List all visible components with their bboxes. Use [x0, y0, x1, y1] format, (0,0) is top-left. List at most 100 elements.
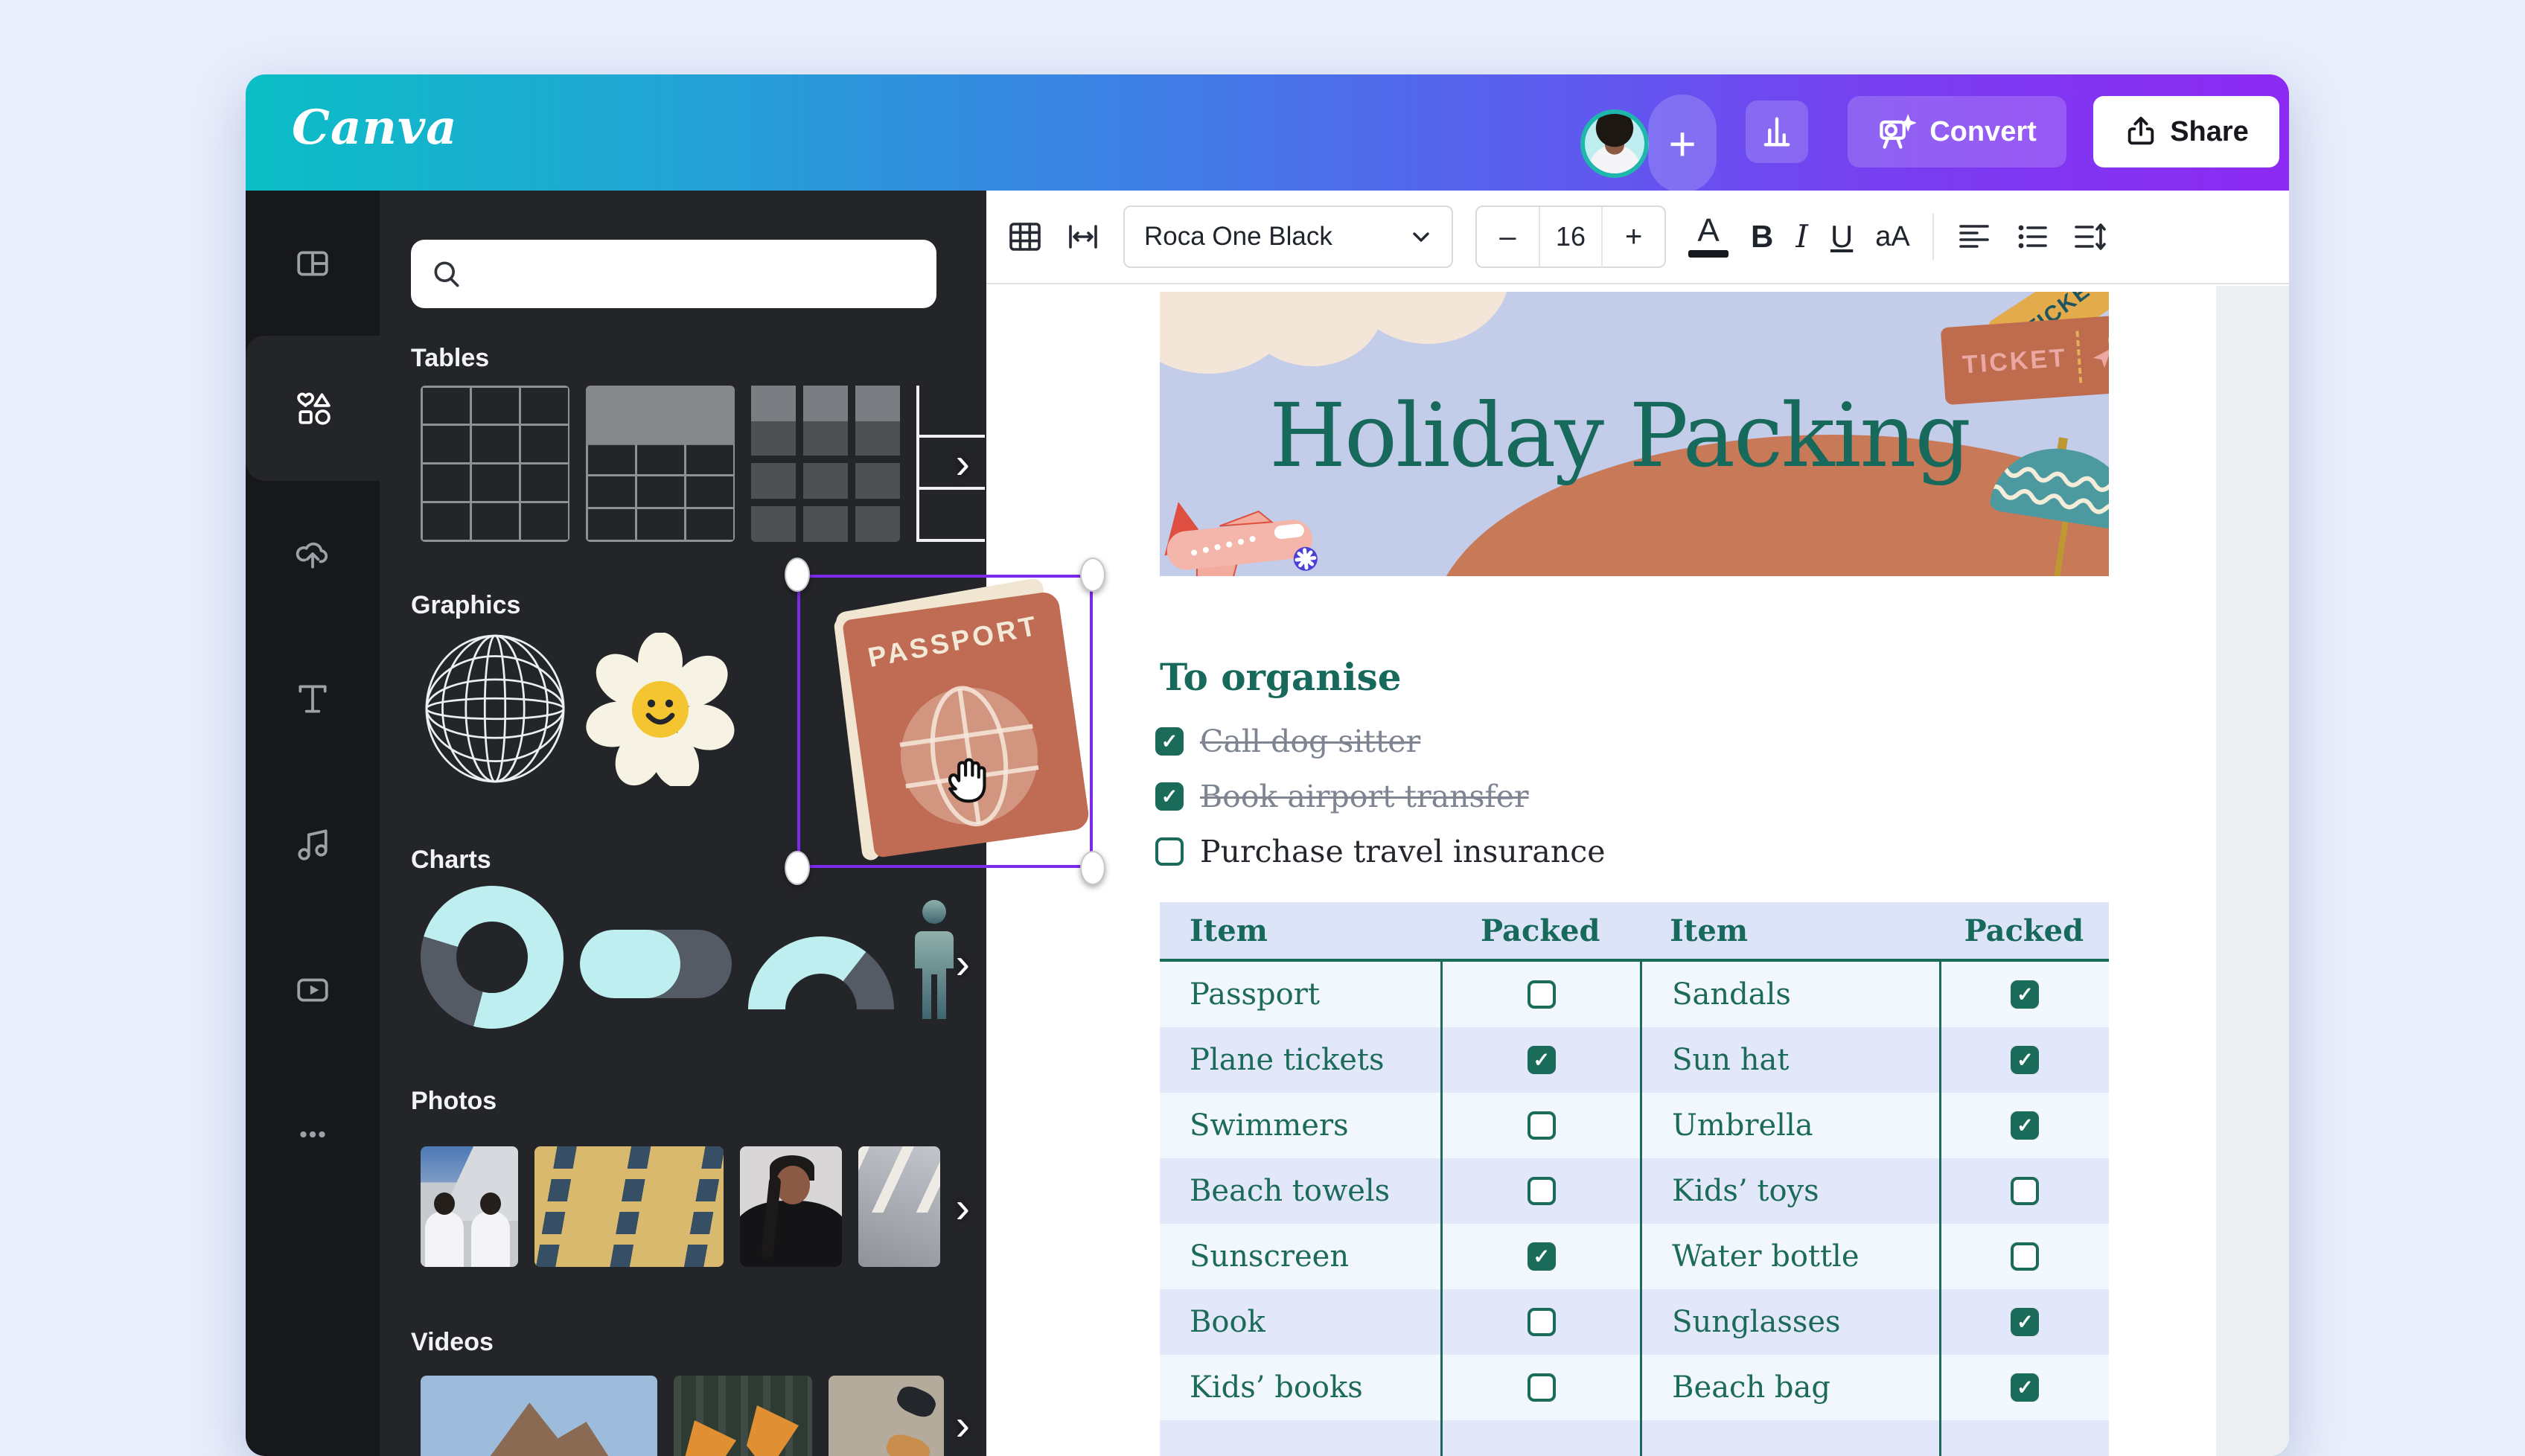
packed-checkbox[interactable]: [1528, 1308, 1556, 1336]
table-template-thumbnail[interactable]: [751, 386, 900, 542]
item-cell[interactable]: Sandals: [1640, 962, 1939, 1027]
avatar[interactable]: [1580, 109, 1649, 178]
packed-checkbox[interactable]: [1528, 980, 1556, 1009]
donut-chart-element[interactable]: [421, 886, 564, 1029]
progress-bar-element[interactable]: [580, 930, 732, 998]
photo-thumbnail[interactable]: [740, 1146, 842, 1267]
font-size-value[interactable]: 16: [1539, 207, 1603, 266]
bulleted-list-button[interactable]: [2014, 219, 2050, 255]
selection-handle-top-right[interactable]: [1080, 558, 1105, 592]
sidebar-item-uploads[interactable]: [246, 481, 380, 626]
checklist-checkbox[interactable]: [1155, 837, 1184, 866]
packed-checkbox[interactable]: [2011, 1046, 2039, 1074]
item-cell[interactable]: Swimmers: [1160, 1093, 1440, 1158]
font-size-decrease-button[interactable]: –: [1477, 207, 1539, 266]
table-grid-button[interactable]: [1007, 219, 1043, 255]
checklist-label[interactable]: Call dog sitter: [1200, 724, 1420, 759]
packed-checkbox[interactable]: [2011, 1373, 2039, 1402]
item-cell[interactable]: Kids’ books: [1160, 1355, 1440, 1420]
packed-checkbox[interactable]: [2011, 1111, 2039, 1140]
selection-handle-bottom-left[interactable]: [785, 851, 810, 885]
font-size-increase-button[interactable]: +: [1603, 207, 1664, 266]
document-title[interactable]: Holiday Packing: [1160, 384, 2079, 487]
item-cell[interactable]: Sunglasses: [1640, 1289, 1939, 1355]
italic-button[interactable]: I: [1795, 221, 1808, 252]
charts-scroll-chevron[interactable]: ›: [956, 942, 970, 986]
document-page[interactable]: TICKET TICKET: [986, 286, 2289, 1456]
packed-checkbox[interactable]: [2011, 1308, 2039, 1336]
packed-checkbox[interactable]: [2011, 1177, 2039, 1205]
line-spacing-button[interactable]: [2072, 219, 2108, 255]
convert-label: Convert: [1929, 116, 2037, 148]
item-cell[interactable]: Book: [1160, 1289, 1440, 1355]
sidebar-item-text[interactable]: [246, 626, 380, 771]
bold-button[interactable]: B: [1751, 221, 1773, 252]
canva-logo[interactable]: Canva: [292, 100, 458, 156]
search-input[interactable]: [476, 259, 917, 290]
videos-scroll-chevron[interactable]: ›: [956, 1404, 970, 1447]
item-cell[interactable]: Kids’ toys: [1640, 1158, 1939, 1224]
packed-checkbox[interactable]: [1528, 1177, 1556, 1205]
font-family-select[interactable]: Roca One Black: [1123, 205, 1453, 268]
checklist-checkbox[interactable]: [1155, 782, 1184, 811]
sidebar-item-design[interactable]: [246, 191, 380, 336]
packed-checkbox[interactable]: [1528, 1373, 1556, 1402]
selection-handle-top-left[interactable]: [785, 558, 810, 592]
photo-thumbnail[interactable]: [421, 1146, 518, 1267]
item-cell[interactable]: Beach towels: [1160, 1158, 1440, 1224]
item-cell[interactable]: Water bottle: [1640, 1224, 1939, 1289]
sidebar-item-videos[interactable]: [246, 916, 380, 1061]
photo-thumbnail[interactable]: [534, 1146, 724, 1267]
gauge-chart-element[interactable]: [748, 936, 894, 1011]
packed-checkbox[interactable]: [2011, 1242, 2039, 1271]
underline-button[interactable]: U: [1830, 221, 1853, 252]
column-width-button[interactable]: [1065, 219, 1101, 255]
video-thumbnail[interactable]: [829, 1376, 944, 1456]
checklist-label[interactable]: Book airport transfer: [1200, 779, 1529, 814]
item-cell[interactable]: Umbrella: [1640, 1093, 1939, 1158]
selection-handle-bottom-right[interactable]: [1080, 851, 1105, 885]
photos-scroll-chevron[interactable]: ›: [956, 1187, 970, 1230]
add-member-button[interactable]: +: [1648, 95, 1717, 193]
sidebar-item-audio[interactable]: [246, 771, 380, 916]
item-cell[interactable]: Beach bag: [1640, 1355, 1939, 1420]
table-row: Sunscreen Water bottle: [1160, 1224, 2109, 1289]
packed-checkbox[interactable]: [2011, 980, 2039, 1009]
table-template-thumbnail[interactable]: [586, 386, 735, 542]
item-cell[interactable]: Plane tickets: [1160, 1027, 1440, 1093]
document-banner[interactable]: TICKET TICKET: [1160, 292, 2109, 576]
insights-button[interactable]: [1746, 100, 1808, 163]
convert-button[interactable]: Convert: [1848, 96, 2066, 167]
daisy-flower-graphic[interactable]: [586, 631, 735, 788]
text-color-swatch: [1688, 250, 1728, 258]
table-row: Swimmers Umbrella: [1160, 1093, 2109, 1158]
table-template-thumbnail[interactable]: [916, 386, 985, 542]
item-cell[interactable]: Sun hat: [1640, 1027, 1939, 1093]
text-align-button[interactable]: [1956, 219, 1992, 255]
text-case-button[interactable]: aA: [1875, 223, 1909, 251]
search-box[interactable]: [411, 240, 936, 308]
wireframe-globe-graphic[interactable]: [421, 631, 569, 788]
packing-table[interactable]: Item Packed Item Packed Passport Sandals…: [1160, 902, 2109, 1456]
checklist-label[interactable]: Purchase travel insurance: [1200, 834, 1605, 869]
organise-heading[interactable]: To organise: [1160, 655, 1402, 699]
checklist-checkbox[interactable]: [1155, 727, 1184, 756]
video-thumbnail[interactable]: [674, 1376, 812, 1456]
table-row: Book Sunglasses: [1160, 1289, 2109, 1355]
text-color-button[interactable]: A: [1688, 216, 1728, 258]
sidebar-item-more[interactable]: [246, 1061, 380, 1207]
table-template-thumbnail[interactable]: [421, 386, 569, 542]
scrollbar-track[interactable]: [2216, 286, 2289, 1456]
sidebar-item-elements[interactable]: [246, 336, 380, 481]
chevron-down-icon: [1410, 229, 1432, 244]
tables-scroll-chevron[interactable]: ›: [956, 442, 970, 485]
share-button[interactable]: Share: [2093, 96, 2279, 167]
photo-thumbnail[interactable]: [858, 1146, 940, 1267]
packed-checkbox[interactable]: [1528, 1111, 1556, 1140]
pictogram-element[interactable]: [910, 898, 958, 1030]
video-thumbnail[interactable]: [421, 1376, 657, 1456]
packed-checkbox[interactable]: [1528, 1242, 1556, 1271]
item-cell[interactable]: Sunscreen: [1160, 1224, 1440, 1289]
item-cell[interactable]: Passport: [1160, 962, 1440, 1027]
packed-checkbox[interactable]: [1528, 1046, 1556, 1074]
